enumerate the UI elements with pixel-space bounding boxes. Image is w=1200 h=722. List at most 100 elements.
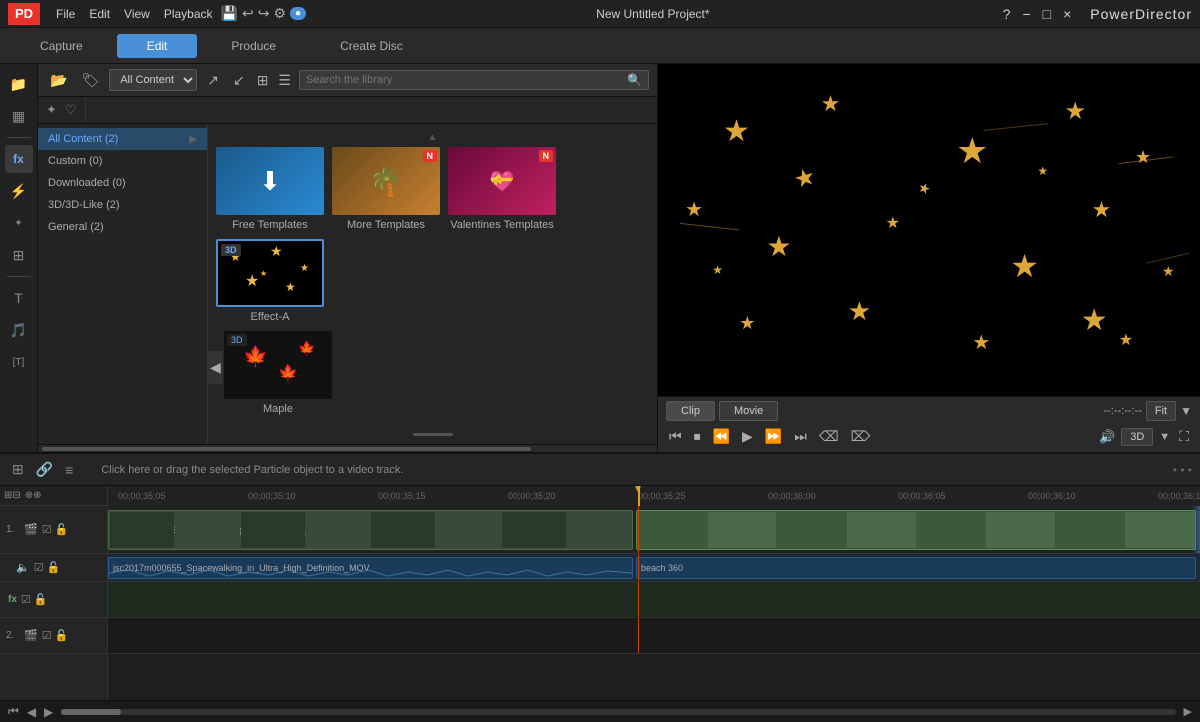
export-icon[interactable]: ↗ — [203, 70, 223, 91]
track-1-icons: ☑ 🔓 — [42, 523, 69, 536]
particle-icon[interactable]: ✦ — [5, 209, 33, 237]
overlay-icon[interactable]: ⊞ — [5, 241, 33, 269]
track-2-checkbox[interactable]: ☑ — [42, 629, 52, 642]
tl-magnet-icon[interactable]: 🔗 — [32, 459, 57, 480]
play-to-end-btn[interactable]: ⏭ — [791, 427, 810, 446]
menu-file[interactable]: File — [56, 7, 75, 21]
fullscreen-btn[interactable]: ⛶ — [1176, 427, 1192, 446]
transition-icon[interactable]: ⚡ — [5, 177, 33, 205]
fx-checkbox[interactable]: ☑ — [21, 593, 31, 606]
play-to-start-btn[interactable]: ⏮ — [666, 427, 685, 446]
star-16: ★ — [916, 179, 934, 199]
maximize-btn[interactable]: □ — [1040, 6, 1054, 22]
tl-more-icon[interactable]: • • • — [1173, 463, 1192, 477]
category-all[interactable]: All Content (2) ▶ — [38, 128, 207, 150]
content-scrollbar[interactable] — [38, 444, 657, 452]
maple-item[interactable]: 🍁 🍁 🍁 3D Maple — [224, 331, 332, 415]
fit-dropdown-icon[interactable]: ▼ — [1180, 404, 1192, 418]
title-icon[interactable]: T — [5, 284, 33, 312]
settings-icon[interactable]: ⚙ — [273, 5, 286, 22]
valentine-templates-item[interactable]: 💝 N Valentines Templates — [448, 147, 556, 231]
track-audio-lock[interactable]: 🔓 — [47, 561, 61, 574]
clip-beach-audio[interactable]: beach 360 — [636, 557, 1196, 579]
svg-text:★: ★ — [300, 263, 309, 274]
tl-snap-icon[interactable]: ⊞ — [8, 459, 28, 480]
stop-btn[interactable]: ⏹ — [691, 427, 704, 446]
star-17: ★ — [1037, 164, 1048, 178]
track-add-btn[interactable]: ⊕⊕ — [25, 490, 42, 501]
clip-spacewalking-video[interactable]: jsc2017m000655_Spacewalking_in_Ultra_Hig… — [108, 510, 633, 550]
next-frame-btn[interactable]: ⏩ — [762, 427, 785, 446]
filter-all-icon[interactable]: ✦ — [46, 102, 57, 118]
audio-icon[interactable]: 🎵 — [5, 316, 33, 344]
filter-fav-icon[interactable]: ♡ — [65, 102, 77, 118]
scroll-up-btn[interactable]: ▲ — [216, 132, 649, 143]
category-custom[interactable]: Custom (0) — [38, 150, 207, 172]
tab-capture[interactable]: Capture — [10, 34, 113, 58]
undo-icon[interactable]: ↩ — [242, 5, 254, 22]
main-area: 📁 ▦ fx ⚡ ✦ ⊞ T 🎵 [T] 📂 🏷 All Content ↗ ↙… — [0, 64, 1200, 452]
3d-dropdown-icon[interactable]: ▼ — [1159, 431, 1170, 443]
import-icon[interactable]: 📁 — [5, 70, 33, 98]
add-media-icon[interactable]: 📂 — [46, 70, 71, 91]
content-toolbar: 📂 🏷 All Content ↗ ↙ ⊞ ☰ 🔍 — [38, 64, 657, 97]
category-downloaded[interactable]: Downloaded (0) — [38, 172, 207, 194]
clip-spacewalking-audio[interactable]: jsc2017m000655_Spacewalking_in_Ultra_Hig… — [108, 557, 633, 579]
category-3d[interactable]: 3D/3D-Like (2) — [38, 194, 207, 216]
more-templates-item[interactable]: 🌴 N More Templates — [332, 147, 440, 231]
track-1-lock[interactable]: 🔓 — [55, 523, 69, 536]
list-view-icon[interactable]: ☰ — [276, 70, 293, 91]
mark-out-btn[interactable]: ⌦ — [848, 427, 874, 446]
scroll-right-arrow[interactable]: ▶ — [1184, 705, 1192, 718]
scrollbar-thumb — [61, 709, 121, 715]
smartslide-icon[interactable]: ▦ — [5, 102, 33, 130]
star-20: ★ — [712, 263, 723, 277]
filter-dropdown[interactable]: All Content — [109, 69, 197, 91]
fit-button[interactable]: Fit — [1146, 401, 1176, 421]
stars-container: ★ ★ ★ ★ ★ ★ ★ ★ ★ ★ ★ ★ ★ ★ ★ ★ ★ ★ ★ ★ — [658, 64, 1200, 396]
track-2-header: 2. 🎬 ☑ 🔓 — [0, 618, 107, 654]
tab-create-disc[interactable]: Create Disc — [310, 34, 433, 58]
import-file-icon[interactable]: ↙ — [229, 70, 249, 91]
scroll-left-btn[interactable]: ◀ — [208, 351, 223, 384]
track-1-checkbox[interactable]: ☑ — [42, 523, 52, 536]
effect-a-item[interactable]: ★ ★ ★ ★ ★ ★ 3D Effect-A — [216, 239, 324, 323]
fx-icon[interactable]: fx — [5, 145, 33, 173]
go-prev-btn[interactable]: ◀ — [27, 705, 36, 719]
prev-frame-btn[interactable]: ⏪ — [710, 427, 733, 446]
go-start-btn[interactable]: ⏮ — [8, 704, 19, 719]
minimize-btn[interactable]: − — [1019, 6, 1033, 22]
subtitle-icon[interactable]: [T] — [5, 348, 33, 376]
free-templates-item[interactable]: ⬇ Free Templates — [216, 147, 324, 231]
movie-button[interactable]: Movie — [719, 401, 778, 421]
timeline-scrollbar[interactable] — [61, 709, 1175, 715]
category-general[interactable]: General (2) — [38, 216, 207, 238]
grid-view-icon[interactable]: ⊞ — [255, 70, 271, 91]
menu-view[interactable]: View — [124, 7, 150, 21]
tab-produce[interactable]: Produce — [201, 34, 306, 58]
mark-in-btn[interactable]: ⌫ — [816, 427, 842, 446]
play-btn[interactable]: ▶ — [739, 427, 756, 446]
redo-icon[interactable]: ↪ — [258, 5, 270, 22]
go-next-btn[interactable]: ▶ — [44, 705, 53, 719]
tab-edit[interactable]: Edit — [117, 34, 198, 58]
fx-lock[interactable]: 🔓 — [34, 593, 48, 606]
help-btn[interactable]: ? — [1000, 6, 1014, 22]
save-icon[interactable]: 💾 — [221, 5, 238, 22]
close-btn[interactable]: × — [1060, 6, 1074, 22]
menu-edit[interactable]: Edit — [89, 7, 110, 21]
clip-button[interactable]: Clip — [666, 401, 715, 421]
volume-icon[interactable]: 🔊 — [1099, 429, 1115, 445]
clip-beach-video[interactable]: beach 360 — [636, 510, 1196, 550]
track-audio-checkbox[interactable]: ☑ — [34, 561, 44, 574]
playhead[interactable] — [638, 486, 640, 506]
tl-track-icon[interactable]: ≡ — [61, 460, 77, 480]
audio-track-icon: 🔈 — [16, 561, 30, 574]
tag-icon[interactable]: 🏷 — [77, 70, 103, 91]
menu-playback[interactable]: Playback — [164, 7, 213, 21]
star-3: ★ — [956, 130, 988, 172]
track-2-lock[interactable]: 🔓 — [55, 629, 69, 642]
search-input[interactable] — [306, 74, 627, 86]
3d-mode-btn[interactable]: 3D — [1121, 428, 1153, 446]
tick-1: 00;00;35;05 — [118, 491, 166, 501]
